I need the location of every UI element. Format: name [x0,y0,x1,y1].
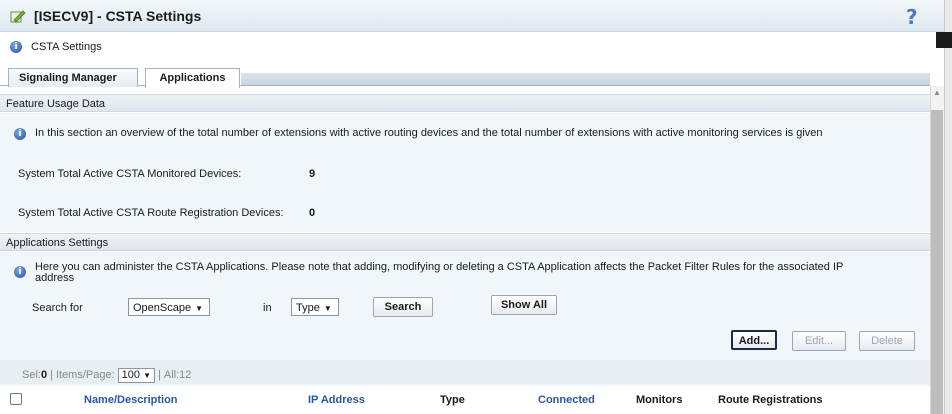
info-icon: i [10,41,22,53]
edit-pencil-icon [10,10,26,23]
all-count: 12 [179,369,192,381]
window-edge [944,0,952,414]
tab-bar-filler [241,73,930,85]
monitored-devices-label: System Total Active CSTA Monitored Devic… [18,168,242,180]
breadcrumb-label: CSTA Settings [31,41,102,53]
monitored-devices-value: 9 [309,168,316,180]
items-per-page-select[interactable]: 100 ▼ [117,367,155,383]
help-icon[interactable]: ? [906,5,918,29]
select-all-checkbox[interactable] [10,393,22,405]
feature-usage-note-text: In this section an overview of the total… [35,127,823,139]
info-icon: i [14,266,26,278]
window-edge-dark [936,32,952,48]
items-per-page-label: Items/Page: [55,369,115,381]
column-type: Type [440,394,465,406]
search-button[interactable]: Search [373,297,433,317]
chevron-down-icon: ▼ [323,303,332,313]
applications-settings-header: Applications Settings [0,233,930,251]
column-ip-address[interactable]: IP Address [308,394,365,406]
column-monitors: Monitors [636,394,683,406]
add-button[interactable]: Add... [731,330,777,350]
sel-label: Sel: [22,369,41,381]
search-row: Search for OpenScape ▼ in Type ▼ Search … [0,295,930,319]
table-header-row: Name/Description IP Address Type Connect… [0,386,930,414]
search-field-selected: Type [296,302,320,314]
window-title: [ISECV9] - CSTA Settings [34,8,202,24]
column-name-description[interactable]: Name/Description [84,394,178,406]
search-for-label: Search for [32,302,83,314]
search-field-select[interactable]: Type ▼ [291,298,339,316]
edit-button[interactable]: Edit... [792,331,846,351]
route-registration-value: 0 [309,207,316,219]
tab-signaling-manager[interactable]: Signaling Manager [8,68,138,87]
scrollbar-thumb[interactable] [931,110,943,414]
all-label: All: [163,369,180,381]
tab-bar: Signaling Manager Applications [0,66,930,88]
sel-count: 0 [40,369,48,381]
route-registration-label: System Total Active CSTA Route Registrat… [18,207,284,219]
route-registration-row: System Total Active CSTA Route Registrat… [18,207,315,219]
chevron-down-icon: ▼ [143,370,151,380]
chevron-down-icon: ▼ [195,303,204,313]
tab-applications[interactable]: Applications [145,68,240,88]
show-all-button[interactable]: Show All [491,295,557,315]
feature-usage-header: Feature Usage Data [0,94,930,112]
search-value-selected: OpenScape [133,302,192,314]
breadcrumb: i CSTA Settings [10,38,102,56]
monitored-devices-row: System Total Active CSTA Monitored Devic… [18,168,315,180]
pagination-bar: Sel: 0 | Items/Page: 100 ▼ | All: 12 [0,360,930,384]
scroll-up-icon[interactable]: ▲ [933,88,941,97]
applications-note: i Here you can administer the CSTA Appli… [14,262,914,284]
info-icon: i [14,128,26,140]
feature-usage-note: i In this section an overview of the tot… [14,128,823,140]
search-value-select[interactable]: OpenScape ▼ [128,298,210,316]
applications-note-line2: address [35,272,75,284]
pager-separator: | [50,369,53,381]
column-connected[interactable]: Connected [538,394,595,406]
delete-button[interactable]: Delete [859,331,915,351]
column-route-registrations: Route Registrations [718,394,823,406]
applications-note-text: Here you can administer the CSTA Applica… [35,262,843,284]
pager-separator: | [158,369,161,381]
in-label: in [263,302,272,314]
window-titlebar: [ISECV9] - CSTA Settings ? [0,0,952,32]
items-per-page-value: 100 [121,368,141,381]
applications-note-line1: Here you can administer the CSTA Applica… [35,261,844,273]
